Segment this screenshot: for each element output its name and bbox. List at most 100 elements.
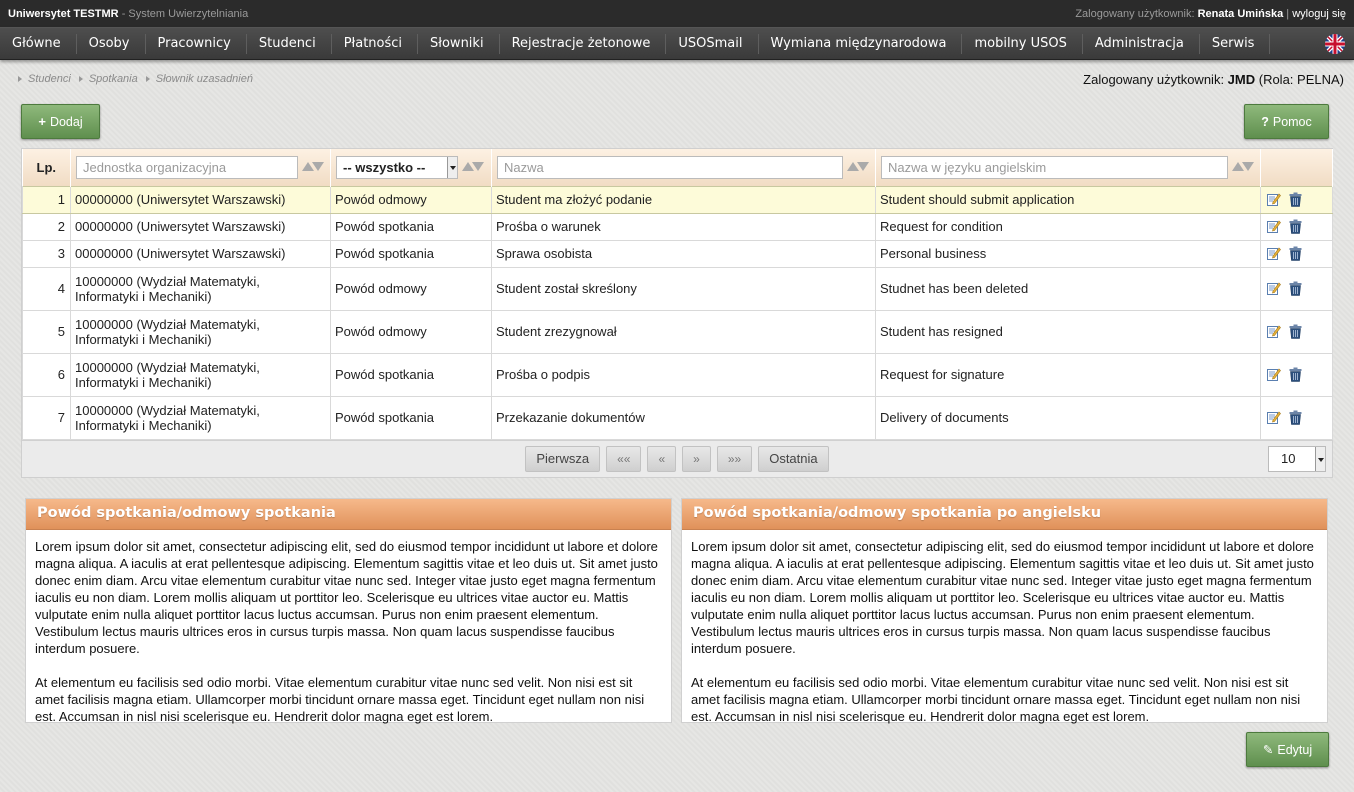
prev-many-button[interactable]: ««: [606, 445, 642, 472]
nav-item-rejestracje[interactable]: Rejestracje żetonowe: [500, 33, 667, 54]
cell-name-en: Personal business: [875, 239, 1261, 268]
last-page-button[interactable]: Ostatnia: [758, 445, 829, 472]
cell-actions: [1260, 309, 1333, 354]
nav-item-usosmail[interactable]: USOSmail: [666, 33, 759, 54]
cell-unit: 10000000 (Wydział Matematyki, Informatyk…: [70, 266, 331, 311]
nav-item-pracownicy[interactable]: Pracownicy: [146, 33, 247, 54]
breadcrumb-arrow-icon: [78, 76, 83, 82]
add-button-label: Dodaj: [49, 114, 83, 129]
reason-en-panel-title: Powód spotkania/odmowy spotkania po angi…: [682, 499, 1327, 530]
edit-row-icon[interactable]: [1267, 192, 1281, 207]
edit-row-icon[interactable]: [1267, 219, 1281, 234]
edit-row-icon[interactable]: [1267, 246, 1281, 261]
cell-lp: 1: [22, 185, 71, 214]
name-filter-input[interactable]: [497, 155, 843, 179]
cell-actions: [1260, 185, 1333, 214]
edit-row-icon[interactable]: [1267, 367, 1281, 382]
table-row[interactable]: 4 10000000 (Wydział Matematyki, Informaty…: [22, 266, 1333, 311]
table-row[interactable]: 2 00000000 (Uniwersytet Warszawski) Powód …: [22, 212, 1333, 241]
cell-actions: [1260, 395, 1333, 440]
table-header-row: Lp. -- wszystko --: [22, 149, 1333, 186]
page-size-select[interactable]: 10: [1268, 445, 1326, 472]
reason-en-panel: Powód spotkania/odmowy spotkania po angi…: [681, 498, 1328, 725]
edit-button-label: Edytuj: [1277, 742, 1313, 757]
nav-item-wymiana[interactable]: Wymiana międzynarodowa: [759, 33, 963, 54]
cell-lp: 6: [22, 352, 71, 397]
question-icon: ?: [1261, 114, 1269, 129]
breadcrumb: Studenci Spotkania Słownik uzasadnień: [16, 73, 253, 85]
sort-name-en-icon[interactable]: [1232, 160, 1254, 174]
nav-item-osoby[interactable]: Osoby: [77, 33, 146, 54]
cell-type: Powód spotkania: [330, 239, 492, 268]
delete-row-icon[interactable]: [1289, 192, 1303, 207]
add-button[interactable]: + Dodaj: [21, 104, 100, 139]
sort-name-icon[interactable]: [847, 160, 869, 174]
edit-button[interactable]: ✎ Edytuj: [1246, 732, 1329, 767]
nav-item-platnosci[interactable]: Płatności: [332, 33, 419, 54]
sort-unit-icon[interactable]: [302, 160, 324, 174]
delete-row-icon[interactable]: [1289, 367, 1303, 382]
system-name: - System Uwierzytelniania: [118, 7, 249, 20]
delete-row-icon[interactable]: [1289, 219, 1303, 234]
cell-name-en: Delivery of documents: [875, 395, 1261, 440]
logout-link[interactable]: wyloguj się: [1292, 8, 1346, 20]
prev-page-button[interactable]: «: [647, 445, 677, 472]
reason-paragraph-1: Lorem ipsum dolor sit amet, consectetur …: [35, 539, 658, 656]
cell-type: Powód spotkania: [330, 352, 492, 397]
reason-panel-title: Powód spotkania/odmowy spotkania: [26, 499, 671, 530]
cell-name: Student zrezygnował: [491, 309, 876, 354]
cell-unit: 00000000 (Uniwersytet Warszawski): [70, 212, 331, 241]
cell-lp: 5: [22, 309, 71, 354]
cell-lp: 3: [22, 239, 71, 268]
edit-row-icon[interactable]: [1267, 410, 1281, 425]
edit-row-icon[interactable]: [1267, 281, 1281, 296]
nav-item-administracja[interactable]: Administracja: [1083, 33, 1200, 54]
delete-row-icon[interactable]: [1289, 246, 1303, 261]
user-name: Renata Umińska: [1197, 7, 1284, 20]
nav-item-glowne[interactable]: Główne: [0, 33, 77, 54]
first-page-button[interactable]: Pierwsza: [525, 445, 601, 472]
delete-row-icon[interactable]: [1289, 410, 1303, 425]
table-row[interactable]: 1 00000000 (Uniwersytet Warszawski) Powód …: [22, 185, 1333, 214]
header-name-en: [875, 149, 1261, 186]
unit-filter-input[interactable]: [76, 155, 298, 179]
cell-name: Prośba o podpis: [491, 352, 876, 397]
cell-actions: [1260, 239, 1333, 268]
table-row[interactable]: 3 00000000 (Uniwersytet Warszawski) Powód …: [22, 239, 1333, 268]
table-row[interactable]: 6 10000000 (Wydział Matematyki, Informaty…: [22, 352, 1333, 397]
table-row[interactable]: 7 10000000 (Wydział Matematyki, Informaty…: [22, 395, 1333, 440]
university-name: Uniwersytet TESTMR: [8, 7, 119, 20]
cell-actions: [1260, 212, 1333, 241]
cell-name: Sprawa osobista: [491, 239, 876, 268]
cell-name: Student ma złożyć podanie: [491, 185, 876, 214]
table-row[interactable]: 5 10000000 (Wydział Matematyki, Informaty…: [22, 309, 1333, 354]
reason-en-panel-body: Lorem ipsum dolor sit amet, consectetur …: [682, 530, 1327, 725]
nav-item-slowniki[interactable]: Słowniki: [418, 33, 500, 54]
type-filter-select[interactable]: -- wszystko --: [336, 155, 458, 179]
dictionary-table: Lp. -- wszystko --: [21, 148, 1333, 478]
next-many-button[interactable]: »»: [716, 445, 753, 472]
help-button-label: Pomoc: [1272, 114, 1312, 129]
sort-type-icon[interactable]: [462, 160, 484, 174]
edit-row-icon[interactable]: [1267, 324, 1281, 339]
main-nav: Główne Osoby Pracownicy Studenci Płatnoś…: [0, 27, 1354, 60]
cell-name: Prośba o warunek: [491, 212, 876, 241]
nav-item-studenci[interactable]: Studenci: [247, 33, 332, 54]
delete-row-icon[interactable]: [1289, 281, 1303, 296]
name-en-filter-input[interactable]: [881, 155, 1228, 179]
cell-unit: 10000000 (Wydział Matematyki, Informatyk…: [70, 352, 331, 397]
breadcrumb-item-studenci[interactable]: Studenci: [28, 73, 71, 85]
breadcrumb-item-spotkania[interactable]: Spotkania: [89, 73, 138, 85]
cell-unit: 00000000 (Uniwersytet Warszawski): [70, 185, 331, 214]
uk-flag-icon[interactable]: [1325, 34, 1345, 54]
cell-name-en: Request for signature: [875, 352, 1261, 397]
breadcrumb-arrow-icon: [18, 76, 22, 82]
nav-item-serwis[interactable]: Serwis: [1200, 33, 1271, 54]
nav-item-mobilny-usos[interactable]: mobilny USOS: [962, 33, 1083, 54]
login-prefix: Zalogowany użytkownik:: [1083, 71, 1228, 87]
next-page-button[interactable]: »: [682, 445, 711, 472]
delete-row-icon[interactable]: [1289, 324, 1303, 339]
help-button[interactable]: ? Pomoc: [1244, 104, 1329, 139]
cell-lp: 7: [22, 395, 71, 440]
user-info: Zalogowany użytkownik: Renata Umińska | …: [1075, 8, 1346, 20]
